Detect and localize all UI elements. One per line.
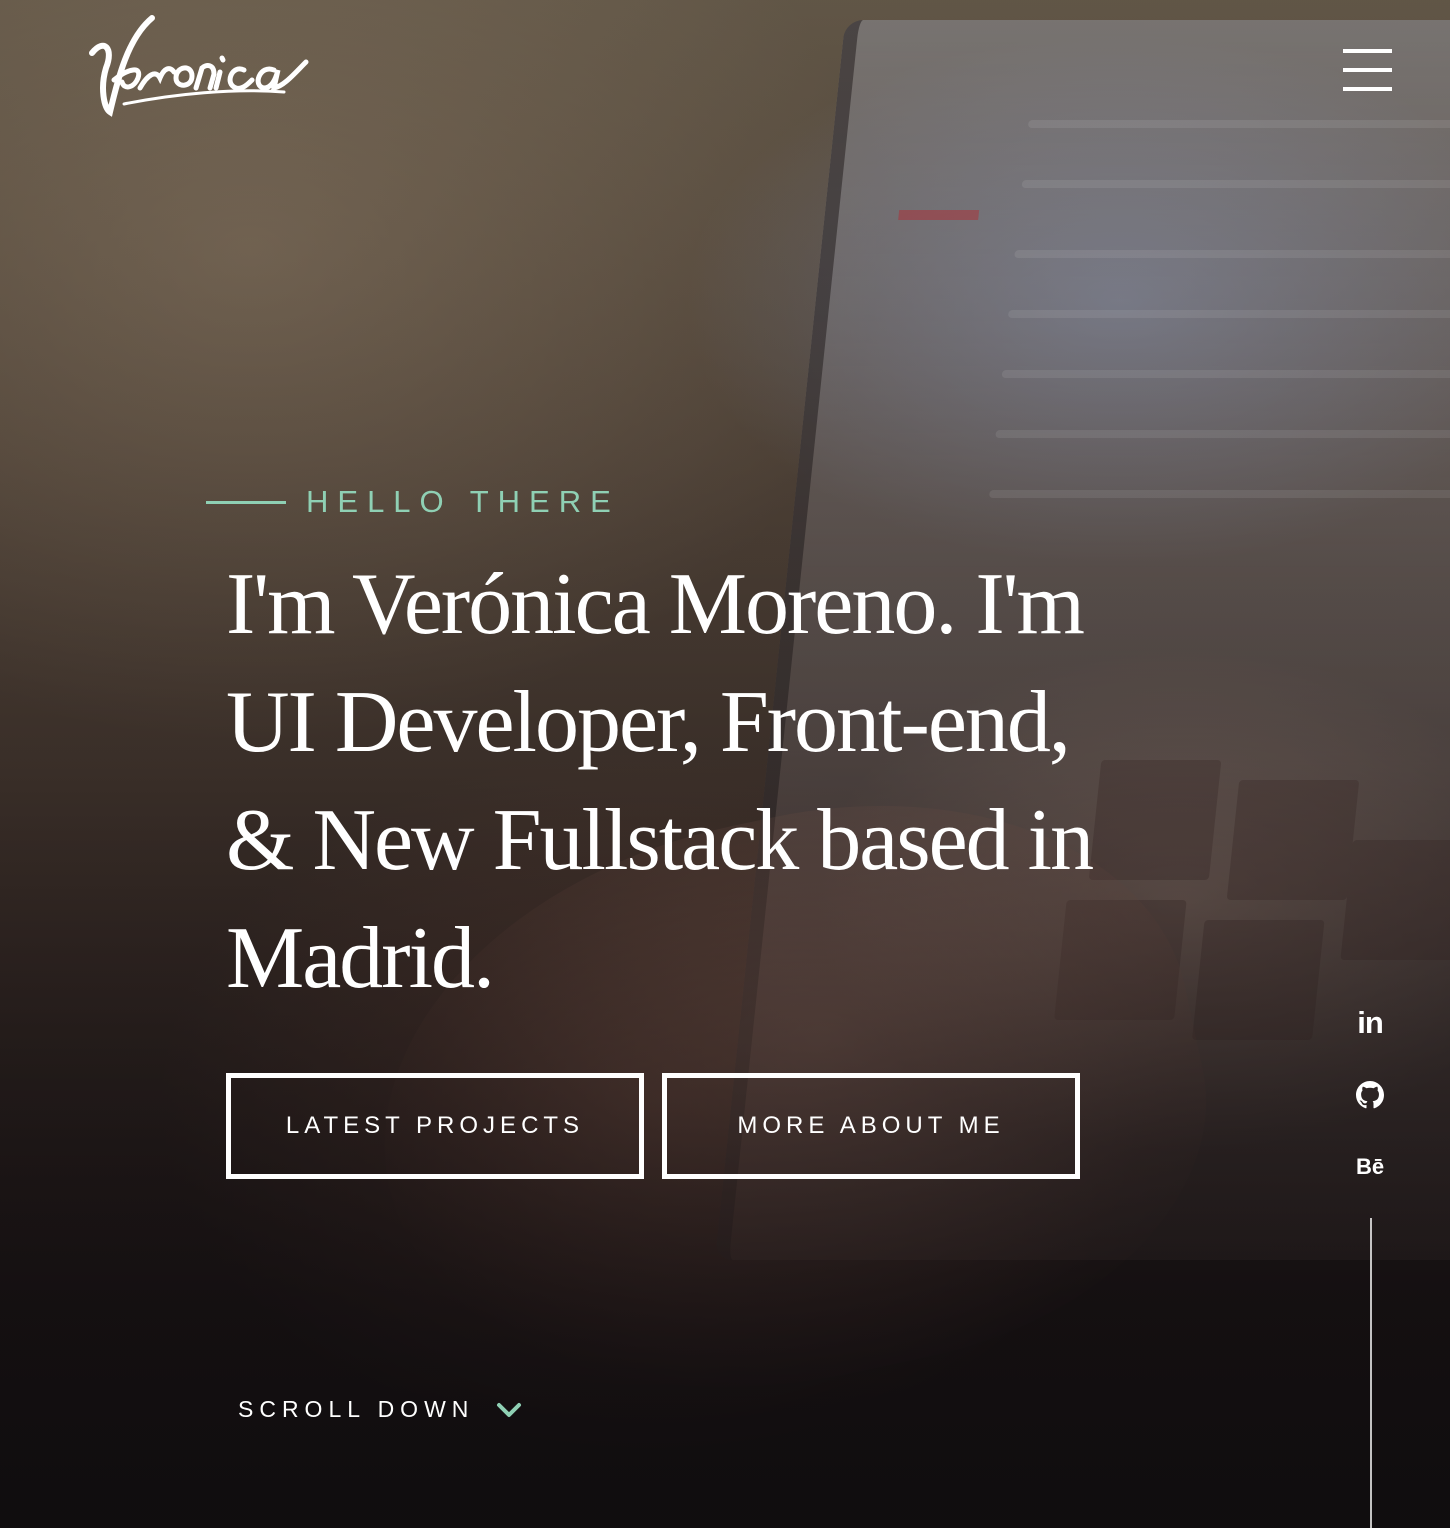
menu-bar [1343,87,1392,91]
latest-projects-button[interactable]: LATEST PROJECTS [226,1073,644,1179]
github-icon-glyph [1356,1081,1384,1109]
logo[interactable] [84,8,324,123]
hero-headline: I'm Verónica Moreno. I'm UI Developer, F… [226,556,1094,1007]
menu-bar [1343,49,1392,53]
chevron-down-icon [497,1402,522,1417]
social-links: in Bē [1350,1005,1390,1221]
menu-bar [1343,68,1392,72]
logo-script-mark [89,15,309,117]
hamburger-menu-icon[interactable] [1343,49,1392,91]
github-icon[interactable] [1350,1077,1390,1113]
eyebrow-text: HELLO THERE [306,484,620,519]
hero-buttons: LATEST PROJECTS MORE ABOUT ME [226,1073,1080,1179]
hero-content: HELLO THERE I'm Verónica Moreno. I'm UI … [206,480,1126,1018]
hero-section: HELLO THERE I'm Verónica Moreno. I'm UI … [0,0,1450,1528]
behance-icon[interactable]: Bē [1350,1149,1390,1185]
scroll-down-link[interactable]: SCROLL DOWN [238,1396,522,1423]
social-divider-line [1370,1218,1372,1528]
more-about-me-button[interactable]: MORE ABOUT ME [662,1073,1080,1179]
eyebrow-line [206,500,286,504]
scroll-down-label: SCROLL DOWN [238,1396,475,1422]
eyebrow: HELLO THERE [206,480,1126,524]
linkedin-icon[interactable]: in [1350,1005,1390,1041]
